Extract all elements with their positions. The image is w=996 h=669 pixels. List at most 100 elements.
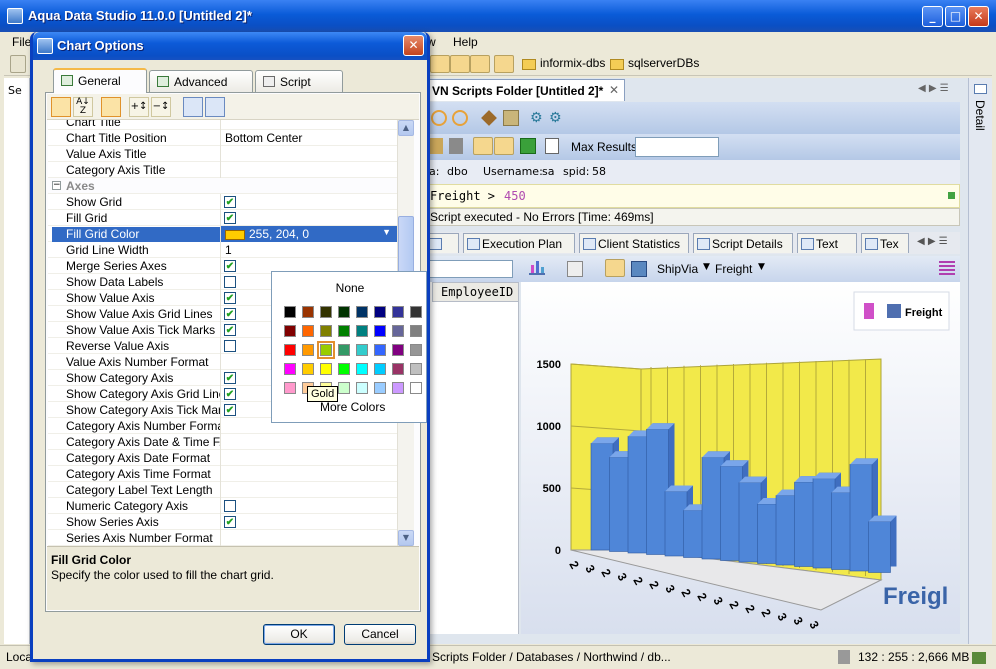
- document-icon[interactable]: [545, 138, 559, 154]
- table-icon[interactable]: [520, 138, 536, 154]
- property-row[interactable]: Numeric Category Axis: [48, 498, 397, 514]
- color-swatch[interactable]: [356, 382, 368, 394]
- ok-button[interactable]: OK: [263, 624, 335, 645]
- property-value[interactable]: [220, 162, 397, 178]
- property-value[interactable]: 255, 204, 0 ▼: [220, 226, 397, 242]
- color-swatch[interactable]: [392, 344, 404, 356]
- color-swatch[interactable]: [374, 306, 386, 318]
- collapse-all-icon[interactable]: −↕: [151, 97, 171, 117]
- scroll-down-icon[interactable]: ▼: [398, 530, 414, 546]
- color-swatch[interactable]: [320, 306, 332, 318]
- dialog-close-button[interactable]: ✕: [403, 35, 424, 56]
- sort-az-icon[interactable]: A↓ Z: [73, 97, 93, 117]
- pivot-icon[interactable]: [631, 261, 647, 277]
- checkbox-unchecked[interactable]: [224, 340, 236, 352]
- property-row[interactable]: Fill Grid ✔: [48, 210, 397, 226]
- property-value[interactable]: [220, 466, 397, 482]
- checkbox-checked[interactable]: ✔: [224, 324, 236, 336]
- color-swatch[interactable]: [374, 363, 386, 375]
- redo-icon[interactable]: [452, 110, 468, 126]
- checkbox-checked[interactable]: ✔: [224, 212, 236, 224]
- checkbox-checked[interactable]: ✔: [224, 404, 236, 416]
- detail-tab[interactable]: Detail: [973, 100, 987, 131]
- sql-editor[interactable]: Freight > 450: [425, 184, 960, 208]
- checkbox-checked[interactable]: ✔: [224, 260, 236, 272]
- close-button[interactable]: ✕: [968, 6, 989, 27]
- split-layout-icon[interactable]: [494, 137, 514, 155]
- property-row[interactable]: Show Series Axis ✔: [48, 514, 397, 530]
- property-value[interactable]: ✔: [220, 514, 397, 530]
- color-swatch[interactable]: [392, 382, 404, 394]
- bar-chart-icon[interactable]: [529, 261, 545, 275]
- doc-tab-untitled2[interactable]: VN Scripts Folder [Untitled 2]* ✕: [425, 79, 625, 101]
- color-swatch[interactable]: [356, 363, 368, 375]
- folder-informix[interactable]: informix-dbs: [540, 56, 605, 70]
- close-tab-icon[interactable]: ✕: [609, 83, 619, 97]
- edit-icon[interactable]: [503, 110, 519, 126]
- checkbox-checked[interactable]: ✔: [224, 292, 236, 304]
- color-swatch[interactable]: [302, 344, 314, 356]
- checkbox-checked[interactable]: ✔: [224, 388, 236, 400]
- color-swatch[interactable]: [284, 363, 296, 375]
- tab-text-2[interactable]: Tex: [861, 233, 909, 253]
- checkbox-unchecked[interactable]: [224, 276, 236, 288]
- legend-icon[interactable]: [939, 261, 955, 275]
- checkbox-checked[interactable]: ✔: [224, 516, 236, 528]
- execute-icon[interactable]: [429, 138, 443, 154]
- property-row[interactable]: Chart Title: [48, 120, 397, 130]
- filter-input[interactable]: [429, 260, 513, 278]
- color-swatch[interactable]: [338, 382, 350, 394]
- property-row[interactable]: Category Label Text Length: [48, 482, 397, 498]
- property-value[interactable]: [220, 450, 397, 466]
- column-header-employeeid[interactable]: EmployeeID: [432, 282, 519, 302]
- tab-scroll-icons[interactable]: ◀ ▶ ☰: [918, 83, 949, 94]
- detail-icon[interactable]: [974, 84, 987, 94]
- structure-icon[interactable]: ⚙: [530, 110, 548, 126]
- load-icon[interactable]: [205, 97, 225, 117]
- max-results-input[interactable]: [635, 137, 719, 157]
- color-swatch[interactable]: [317, 341, 335, 359]
- property-category[interactable]: Axes −: [48, 178, 397, 194]
- lock-icon[interactable]: [449, 138, 463, 154]
- color-swatch[interactable]: [284, 382, 296, 394]
- property-row[interactable]: Show Grid ✔: [48, 194, 397, 210]
- layout-d-icon[interactable]: [494, 55, 514, 73]
- color-swatch[interactable]: [284, 325, 296, 337]
- menu-help[interactable]: Help: [453, 35, 478, 49]
- property-value[interactable]: [220, 146, 397, 162]
- color-swatch[interactable]: [392, 325, 404, 337]
- 3d-cube-icon[interactable]: [567, 261, 583, 277]
- property-value[interactable]: Bottom Center: [220, 130, 397, 146]
- tab-execution-plan[interactable]: Execution Plan: [463, 233, 575, 253]
- checkbox-checked[interactable]: ✔: [224, 308, 236, 320]
- y-field-select[interactable]: Freight: [715, 262, 752, 276]
- minimize-button[interactable]: _: [922, 6, 943, 27]
- x-field-select[interactable]: ShipVia: [657, 262, 698, 276]
- scroll-up-icon[interactable]: ▲: [398, 120, 414, 136]
- tab-general[interactable]: General: [53, 68, 147, 93]
- property-value[interactable]: [220, 120, 397, 130]
- color-swatch[interactable]: [338, 306, 350, 318]
- color-swatch[interactable]: [410, 306, 422, 318]
- color-swatch[interactable]: [302, 306, 314, 318]
- color-swatch[interactable]: [392, 306, 404, 318]
- property-row[interactable]: Series Axis Number Format: [48, 530, 397, 546]
- new-file-icon[interactable]: [10, 55, 26, 73]
- color-swatch[interactable]: [374, 382, 386, 394]
- property-value[interactable]: [220, 482, 397, 498]
- property-value[interactable]: [220, 530, 397, 546]
- color-swatch[interactable]: [320, 325, 332, 337]
- resize-grip-icon[interactable]: [972, 652, 986, 664]
- color-swatch[interactable]: [302, 363, 314, 375]
- layout-a-icon[interactable]: [430, 55, 450, 73]
- folder-sqlserver[interactable]: sqlserverDBs: [628, 56, 699, 70]
- more-colors-option[interactable]: More Colors: [320, 400, 385, 414]
- trash-icon[interactable]: [838, 650, 850, 664]
- property-value[interactable]: ✔: [220, 210, 397, 226]
- grid-layout-icon[interactable]: [473, 137, 493, 155]
- property-row[interactable]: Category Axis Date & Time F...: [48, 434, 397, 450]
- color-swatch[interactable]: [320, 363, 332, 375]
- color-swatch[interactable]: [392, 363, 404, 375]
- color-none-option[interactable]: None: [272, 281, 428, 295]
- tab-text[interactable]: Text: [797, 233, 857, 253]
